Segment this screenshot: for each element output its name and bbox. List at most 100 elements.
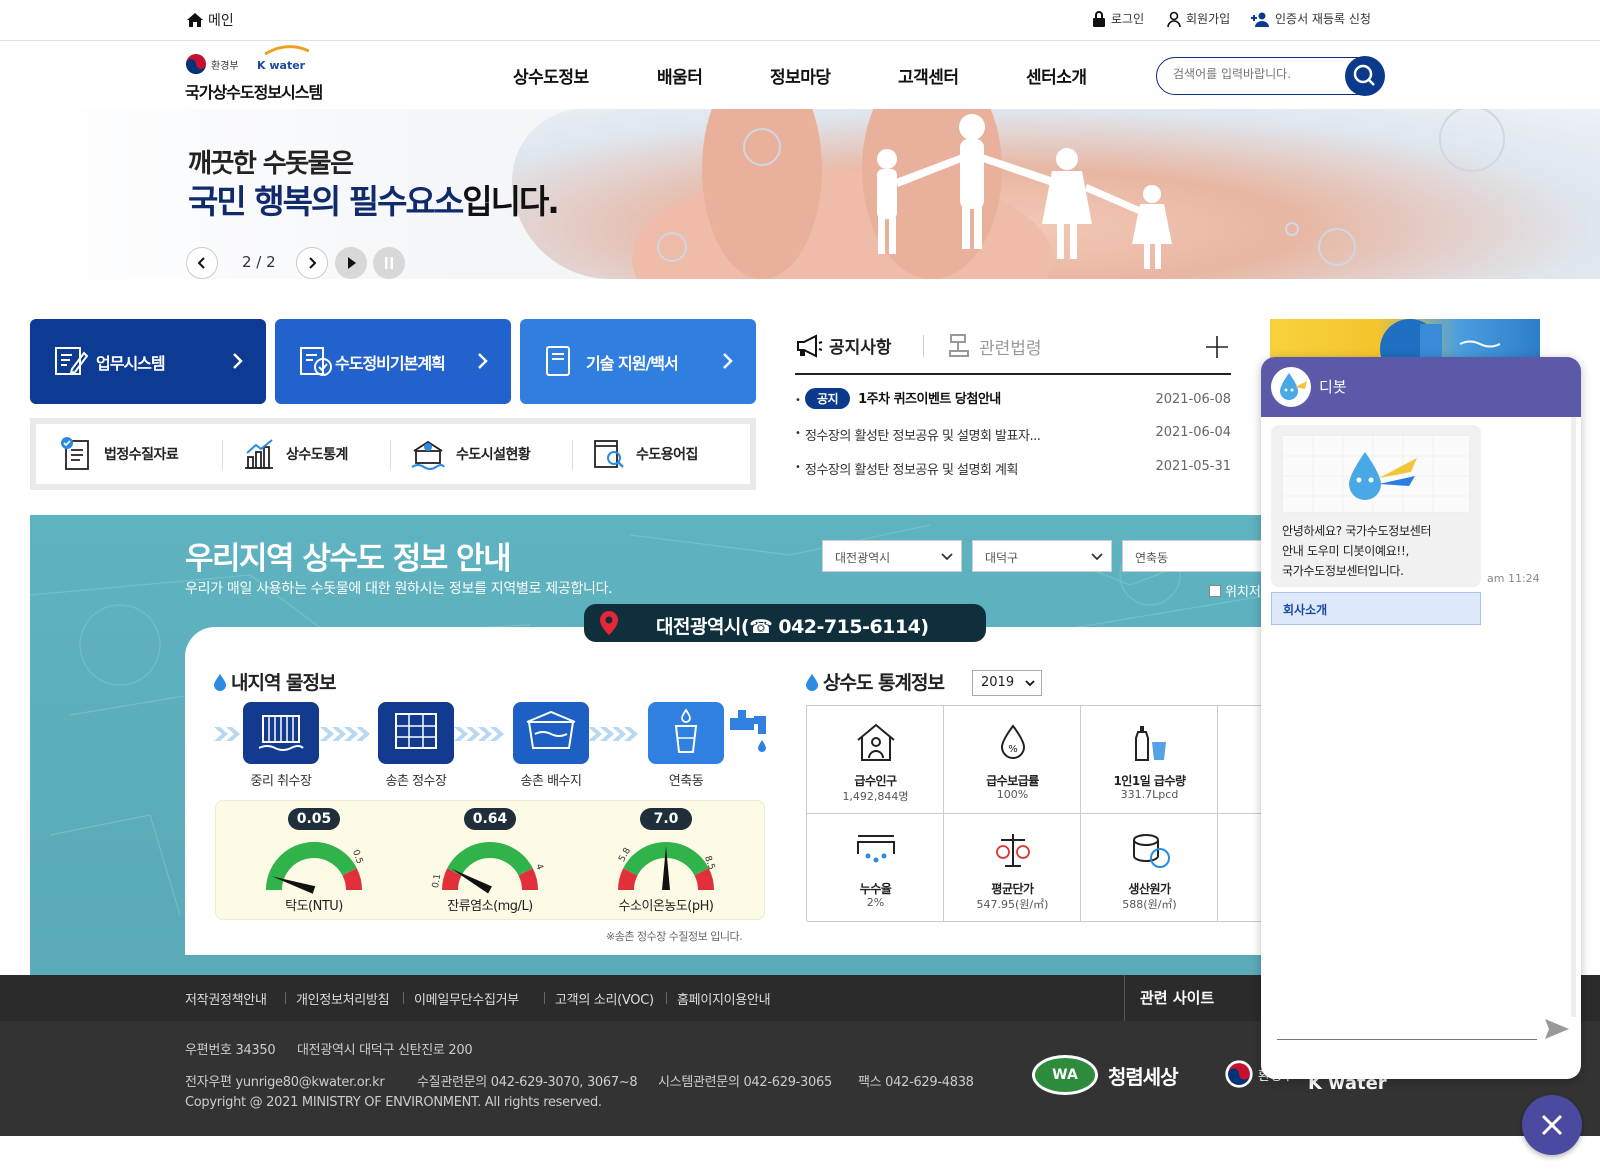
district-select-value: 대덕구 — [985, 551, 1019, 565]
quick-links-inner: 법정수질자료 상수도통계 수도시설현황 수도용어집 — [36, 424, 750, 484]
company-intro-button[interactable]: 회사소개 — [1271, 592, 1481, 625]
water-info-title-text: 내지역 물정보 — [231, 672, 336, 694]
gauge-arc-segment — [694, 868, 714, 891]
link-legal-water-quality-label: 법정수질자료 — [104, 447, 179, 463]
chat-message-text: 안녕하세요? 국가수도정보센터 안내 도우미 디봇이예요!!, 국가수도정보센터… — [1282, 521, 1432, 581]
chat-scrollbar[interactable] — [1571, 417, 1576, 1017]
notice-item[interactable]: • 정수장의 활성탄 정보공유 및 설명회 계획 2021-05-31 — [795, 453, 1231, 481]
hero-play-button[interactable] — [335, 247, 367, 279]
chat-message-line: 국가수도정보센터입니다. — [1282, 564, 1404, 578]
chat-message-image — [1282, 435, 1471, 514]
document-edit-icon — [55, 347, 88, 375]
tile-tech-support[interactable]: 기술 지원/백서 — [520, 319, 756, 404]
notice-more-button[interactable] — [1205, 335, 1229, 359]
chevron-right-icon — [723, 353, 733, 369]
step-reservoir[interactable] — [513, 702, 589, 764]
tab-related-laws[interactable]: 관련법령 — [947, 333, 1042, 359]
chat-send-button[interactable] — [1543, 1017, 1571, 1041]
link-water-facilities[interactable]: 수도시설현황 — [410, 424, 531, 484]
footer-link[interactable]: 홈페이지이용안내 — [677, 989, 771, 1008]
footer-fax: 팩스 042-629-4838 — [858, 1075, 974, 1090]
tile-tech-support-label: 기술 지원/백서 — [586, 354, 679, 373]
dong-select[interactable]: 연축동 — [1122, 540, 1262, 572]
signup-link[interactable]: 회원가입 — [1167, 10, 1230, 27]
gauge-arc-segment — [442, 868, 462, 891]
search-button[interactable] — [1345, 56, 1385, 96]
footer-link[interactable]: 개인정보처리방침 — [296, 989, 390, 1008]
gauge-arc-segment — [342, 868, 362, 891]
city-select[interactable]: 대전광역시 — [822, 540, 962, 572]
footer-copyright: Copyright @ 2021 MINISTRY OF ENVIRONMENT… — [185, 1095, 602, 1110]
link-water-statistics[interactable]: 상수도통계 — [242, 424, 348, 484]
checkbox-box[interactable] — [1209, 584, 1221, 597]
stat-name: 1인1일 급수량 — [1113, 774, 1186, 788]
gauge-arc-segment — [447, 842, 533, 876]
tab-related-laws-label: 관련법령 — [979, 338, 1042, 359]
chatbot-close-button[interactable] — [1522, 1095, 1582, 1155]
wa-accessibility-logo[interactable]: WA — [1032, 1055, 1098, 1095]
document-check-icon — [300, 347, 332, 376]
glossary-search-icon — [594, 440, 624, 468]
play-icon — [348, 257, 356, 269]
notice-title-text: 1주차 퀴즈이벤트 당첨안내 — [858, 392, 1001, 407]
chat-message-line: 안녕하세요? 국가수도정보센터 — [1282, 524, 1432, 538]
chatbot-avatar — [1271, 367, 1311, 407]
hero-pager: 2 / 2 — [242, 253, 276, 271]
chat-message-bubble: 안녕하세요? 국가수도정보센터 안내 도우미 디봇이예요!!, 국가수도정보센터… — [1271, 425, 1481, 587]
home-link[interactable]: 메인 — [186, 10, 234, 30]
nav-learning[interactable]: 배움터 — [657, 63, 703, 88]
stat-value: 588(원/㎥) — [1122, 898, 1177, 911]
tile-water-plan[interactable]: 수도정비기본계획 — [275, 319, 511, 404]
footer-link[interactable]: 고객의 소리(VOC) — [555, 989, 654, 1008]
login-link[interactable]: 로그인 — [1092, 10, 1144, 27]
tab-notice[interactable]: 공지사항 — [795, 333, 892, 358]
hero-banner: 깨끗한 수돗물은 국민 행복의 필수요소입니다. 2 / 2 — [0, 109, 1600, 279]
cert-reissue-link[interactable]: 인증서 재등록 신청 — [1250, 10, 1371, 27]
site-title: 국가상수도정보시스템 — [185, 83, 323, 102]
scale-won-icon — [996, 834, 1030, 867]
year-select[interactable]: 2019 — [972, 670, 1042, 696]
site-logo[interactable]: 환경부 K water 국가상수도정보시스템 — [185, 45, 355, 103]
intake-icon — [258, 715, 304, 751]
search-box — [1156, 56, 1385, 96]
quick-links-box: 법정수질자료 상수도통계 수도시설현황 수도용어집 — [30, 418, 756, 490]
nav-customer-center[interactable]: 고객센터 — [898, 63, 959, 88]
chat-input-line[interactable] — [1277, 1039, 1537, 1040]
clean-world-logo[interactable]: 청렴세상 — [1108, 1061, 1179, 1090]
tile-business-system[interactable]: 업무시스템 — [30, 319, 266, 404]
chat-timestamp: am 11:24 — [1487, 572, 1540, 585]
nav-center-intro[interactable]: 센터소개 — [1026, 63, 1087, 88]
step-intake[interactable] — [243, 702, 319, 764]
district-select[interactable]: 대덕구 — [972, 540, 1112, 572]
stat-value: 2% — [866, 896, 885, 909]
footer-link[interactable]: 저작권정책안내 — [185, 989, 267, 1008]
divider — [923, 335, 924, 357]
location-checkbox[interactable]: 위치저 — [1209, 581, 1261, 600]
chevron-right-icon — [478, 353, 488, 369]
footer-link[interactable]: 이메일무단수집거부 — [414, 989, 519, 1008]
notice-item[interactable]: • 공지 1주차 퀴즈이벤트 당첨안내 2021-06-08 — [795, 386, 1231, 414]
notice-badge: 공지 — [805, 388, 851, 409]
step-purification[interactable] — [378, 702, 454, 764]
nav-water-info[interactable]: 상수도정보 — [513, 63, 589, 88]
bottle-cup-icon — [1135, 726, 1166, 761]
plus-icon — [1206, 336, 1228, 358]
hero-pause-button[interactable] — [373, 247, 405, 279]
gauge-arc-segment — [618, 868, 638, 891]
hero-prev-button[interactable] — [186, 247, 218, 279]
svg-text:%: % — [1008, 744, 1018, 755]
link-water-glossary[interactable]: 수도용어집 — [592, 424, 698, 484]
water-drop-icon — [806, 673, 818, 691]
bullet: • — [795, 395, 801, 406]
link-legal-water-quality[interactable]: 법정수질자료 — [60, 424, 179, 484]
search-input[interactable] — [1173, 67, 1323, 81]
related-sites-button[interactable]: 관련 사이트 — [1140, 987, 1214, 1008]
step-tap[interactable] — [648, 702, 724, 764]
taegeuk-icon — [1225, 1060, 1253, 1088]
stat-value: 331.7Lpcd — [1120, 788, 1179, 801]
nav-info-square[interactable]: 정보마당 — [770, 63, 831, 88]
gauge-label: 잔류염소(mg/L) — [447, 899, 533, 914]
hero-next-button[interactable] — [296, 247, 328, 279]
notice-item[interactable]: • 정수장의 활성탄 정보공유 및 설명회 발표자... 2021-06-04 — [795, 419, 1231, 447]
gavel-icon — [949, 334, 969, 357]
